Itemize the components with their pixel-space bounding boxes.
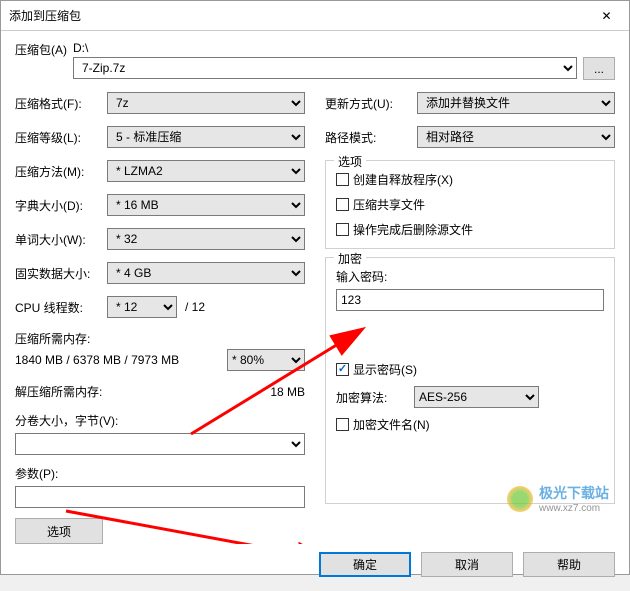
update-select[interactable]: 添加并替换文件 [417,92,615,114]
mem-pct-select[interactable]: * 80% [227,349,305,371]
delete-label: 操作完成后删除源文件 [353,221,473,238]
pwd-label: 输入密码: [336,268,604,285]
password-input[interactable] [336,289,604,311]
browse-button[interactable]: ... [583,57,615,80]
method-select[interactable]: * LZMA2 [107,160,305,182]
cpu-select[interactable]: * 12 [107,296,177,318]
shared-checkbox[interactable] [336,198,349,211]
watermark-cn: 极光下载站 [539,483,609,503]
titlebar: 添加到压缩包 ✕ [1,1,629,31]
sfx-label: 创建自释放程序(X) [353,171,453,188]
level-label: 压缩等级(L): [15,129,107,146]
button-bar: 确定 取消 帮助 [1,544,629,591]
dict-label: 字典大小(D): [15,197,107,214]
shared-label: 压缩共享文件 [353,196,425,213]
encnames-label: 加密文件名(N) [353,416,430,433]
close-icon: ✕ [601,9,611,23]
format-select[interactable]: 7z [107,92,305,114]
algo-select[interactable]: AES-256 [414,386,539,408]
dialog-content: 压缩包(A) D:\ 7-Zip.7z ... 压缩格式(F): 7z [1,31,629,544]
ok-button[interactable]: 确定 [319,552,411,577]
cancel-button[interactable]: 取消 [421,552,513,577]
update-label: 更新方式(U): [325,95,417,112]
left-column: 压缩格式(F): 7z 压缩等级(L): 5 - 标准压缩 压缩方法(M): *… [15,92,305,544]
encrypt-group-label: 加密 [334,250,366,267]
word-select[interactable]: * 32 [107,228,305,250]
level-select[interactable]: 5 - 标准压缩 [107,126,305,148]
method-label: 压缩方法(M): [15,163,107,180]
volume-select[interactable] [15,433,305,455]
algo-label: 加密算法: [336,389,408,406]
memcomp-value: 1840 MB / 6378 MB / 7973 MB [15,353,179,367]
params-label: 参数(P): [15,465,305,482]
memdecomp-label: 解压缩所需内存: [15,383,102,400]
cpu-label: CPU 线程数: [15,299,107,316]
help-button[interactable]: 帮助 [523,552,615,577]
sfx-checkbox[interactable] [336,173,349,186]
close-button[interactable]: ✕ [584,1,629,31]
options-button[interactable]: 选项 [15,518,103,544]
watermark-icon [507,486,533,512]
options-group: 选项 创建自释放程序(X) 压缩共享文件 操作完成后删除源文件 [325,160,615,249]
memcomp-label: 压缩所需内存: [15,330,305,347]
dict-select[interactable]: * 16 MB [107,194,305,216]
right-column: 更新方式(U): 添加并替换文件 路径模式: 相对路径 选项 创建自释放程序(X… [325,92,615,544]
encnames-checkbox[interactable] [336,418,349,431]
show-password-checkbox[interactable] [336,363,349,376]
volume-label: 分卷大小，字节(V): [15,412,305,429]
format-label: 压缩格式(F): [15,95,107,112]
options-group-label: 选项 [334,153,366,170]
watermark: 极光下载站 www.xz7.com [507,483,609,514]
window-title: 添加到压缩包 [9,7,81,24]
pathmode-select[interactable]: 相对路径 [417,126,615,148]
cpu-total: / 12 [185,300,205,314]
word-label: 单词大小(W): [15,231,107,248]
solid-select[interactable]: * 4 GB [107,262,305,284]
archive-label: 压缩包(A) [15,41,73,58]
watermark-url: www.xz7.com [539,503,609,514]
delete-checkbox[interactable] [336,223,349,236]
pathmode-label: 路径模式: [325,129,417,146]
archive-path: D:\ [73,41,615,55]
memdecomp-value: 18 MB [270,385,305,399]
archive-file-select[interactable]: 7-Zip.7z [73,57,577,79]
encrypt-group: 加密 输入密码: 显示密码(S) 加密算法: AES-256 加密文件名(N) [325,257,615,504]
solid-label: 固实数据大小: [15,265,107,282]
show-password-label: 显示密码(S) [353,361,417,378]
params-input[interactable] [15,486,305,508]
